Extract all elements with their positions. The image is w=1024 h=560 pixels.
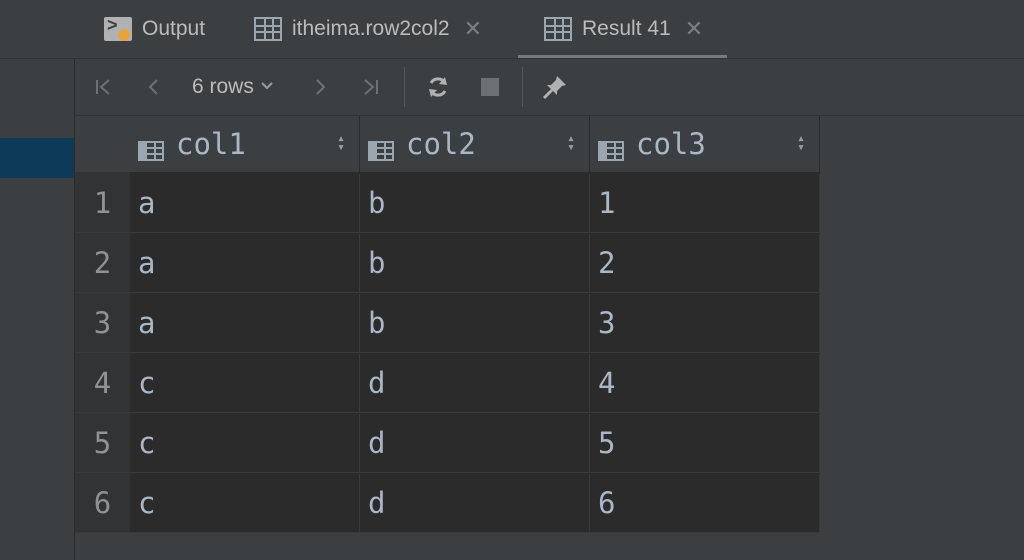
- table-cell[interactable]: 2: [590, 234, 820, 293]
- table-cell[interactable]: c: [130, 414, 360, 473]
- sort-icon[interactable]: ▴ ▾: [337, 132, 345, 154]
- column-header-col2[interactable]: col2 ▴ ▾: [360, 116, 590, 172]
- left-panel-selection[interactable]: [0, 138, 74, 178]
- tab-itheima-row2col2[interactable]: itheima.row2col2 ✕: [254, 0, 482, 58]
- console-icon: [104, 15, 132, 41]
- column-header-col3[interactable]: col3 ▴ ▾: [590, 116, 820, 172]
- table-cell[interactable]: 3: [590, 294, 820, 353]
- table-cell[interactable]: b: [360, 234, 590, 293]
- column-header-col1[interactable]: col1 ▴ ▾: [130, 116, 360, 172]
- table-cell[interactable]: b: [360, 174, 590, 233]
- column-header-label: col1: [176, 127, 246, 161]
- sort-icon[interactable]: ▴ ▾: [567, 132, 575, 154]
- result-toolbar: 6 rows: [75, 59, 1024, 116]
- row-number[interactable]: 1: [75, 174, 130, 233]
- tab-itheima-label: itheima.row2col2: [292, 17, 450, 40]
- table-icon: [544, 17, 572, 41]
- table-cell[interactable]: 5: [590, 414, 820, 473]
- row-number[interactable]: 4: [75, 354, 130, 413]
- table-cell[interactable]: b: [360, 294, 590, 353]
- table-icon: [254, 17, 282, 41]
- row-count-label: 6 rows: [192, 75, 254, 98]
- tab-result-41[interactable]: Result 41 ✕: [518, 0, 728, 58]
- column-header-label: col3: [636, 127, 706, 161]
- next-page-icon[interactable]: [305, 59, 335, 115]
- table-cell[interactable]: d: [360, 354, 590, 413]
- table-cell[interactable]: c: [130, 474, 360, 533]
- table-cell[interactable]: 6: [590, 474, 820, 533]
- close-icon[interactable]: ✕: [685, 16, 703, 42]
- tab-output-label: Output: [142, 17, 206, 40]
- prev-page-icon[interactable]: [139, 59, 169, 115]
- table-cell[interactable]: 4: [590, 354, 820, 413]
- close-icon[interactable]: ✕: [464, 16, 482, 42]
- table-cell[interactable]: 1: [590, 174, 820, 233]
- table-cell[interactable]: d: [360, 474, 590, 533]
- tab-result-label: Result 41: [582, 17, 671, 40]
- row-number[interactable]: 6: [75, 474, 130, 533]
- grid-corner[interactable]: [75, 116, 130, 172]
- column-icon: [138, 134, 164, 161]
- row-number[interactable]: 3: [75, 294, 130, 353]
- pin-icon[interactable]: [537, 59, 573, 115]
- sort-icon[interactable]: ▴ ▾: [797, 132, 805, 154]
- row-number[interactable]: 5: [75, 414, 130, 473]
- table-cell[interactable]: c: [130, 354, 360, 413]
- column-icon: [598, 134, 624, 161]
- stop-icon[interactable]: [475, 59, 505, 115]
- tab-bar: Output itheima.row2col2 ✕ Result 41 ✕: [0, 0, 1024, 59]
- row-number[interactable]: 2: [75, 234, 130, 293]
- column-header-label: col2: [406, 127, 476, 161]
- column-icon: [368, 134, 394, 161]
- table-cell[interactable]: d: [360, 414, 590, 473]
- toolbar-separator: [522, 67, 523, 107]
- table-cell[interactable]: a: [130, 294, 360, 353]
- chevron-down-icon: [260, 78, 274, 96]
- table-cell[interactable]: a: [130, 234, 360, 293]
- left-panel: [0, 0, 74, 560]
- refresh-icon[interactable]: [421, 59, 455, 115]
- tab-output[interactable]: Output: [104, 0, 205, 58]
- last-page-icon[interactable]: [355, 59, 385, 115]
- first-page-icon[interactable]: [89, 59, 119, 115]
- table-cell[interactable]: a: [130, 174, 360, 233]
- toolbar-separator: [404, 67, 405, 107]
- row-count-selector[interactable]: 6 rows: [192, 59, 274, 115]
